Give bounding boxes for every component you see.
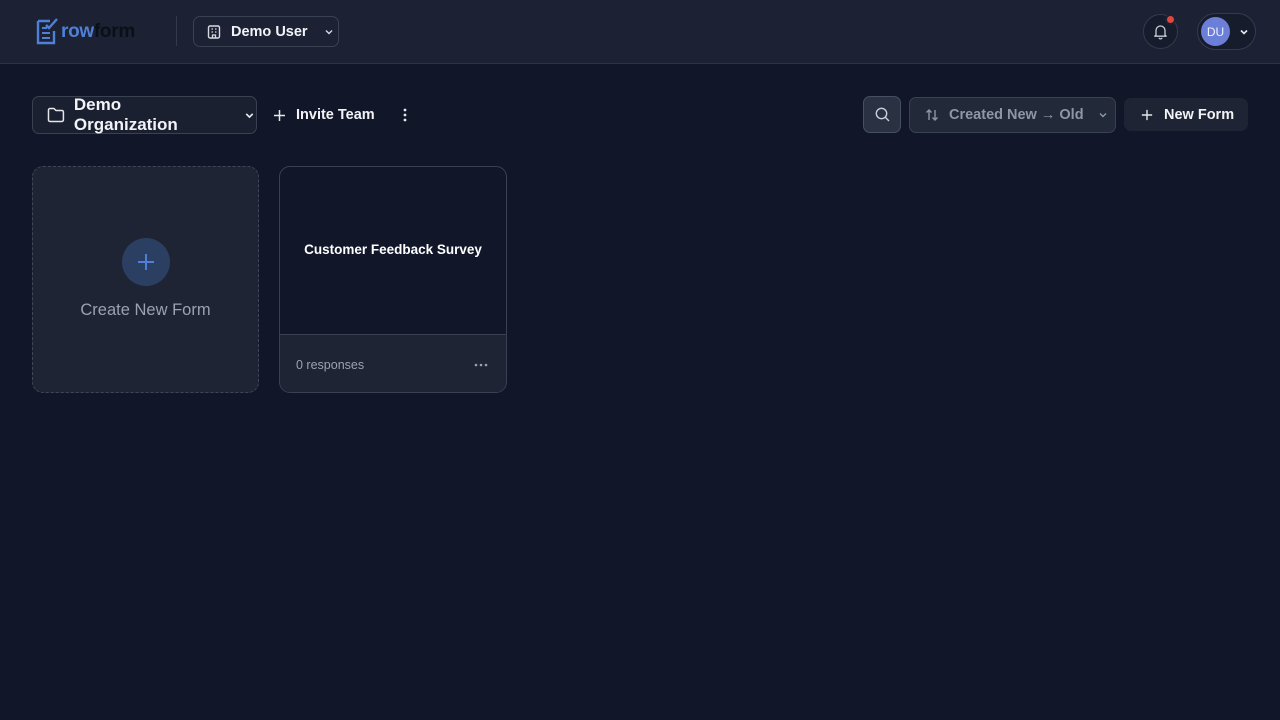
- logo-text-form: form: [93, 21, 135, 42]
- plus-icon: [137, 254, 154, 270]
- logo-wordmark: rowform: [61, 21, 135, 43]
- chevron-down-icon: [1240, 29, 1248, 35]
- form-card-menu-button[interactable]: [472, 358, 490, 372]
- form-card[interactable]: Customer Feedback Survey 0 responses: [279, 166, 507, 393]
- plus-icon: [274, 109, 285, 121]
- chevron-down-icon: [325, 29, 333, 34]
- folder-icon: [47, 107, 65, 123]
- user-menu-button[interactable]: DU: [1197, 13, 1256, 50]
- invite-team-button[interactable]: Invite Team: [272, 100, 375, 130]
- top-bar: rowform Demo User DU: [0, 0, 1280, 64]
- building-icon: [207, 24, 221, 39]
- sort-arrows-icon: [926, 109, 938, 121]
- form-title: Customer Feedback Survey: [304, 242, 482, 257]
- sort-select[interactable]: Created New → Old: [909, 97, 1116, 133]
- invite-team-label: Invite Team: [296, 107, 375, 123]
- bell-icon: [1154, 25, 1167, 40]
- notifications-button[interactable]: [1143, 14, 1178, 49]
- search-icon: [875, 107, 889, 122]
- new-form-button[interactable]: New Form: [1124, 98, 1248, 131]
- form-preview[interactable]: Customer Feedback Survey: [280, 167, 506, 334]
- new-form-label: New Form: [1164, 106, 1235, 123]
- form-card-footer: 0 responses: [280, 334, 506, 392]
- header-divider: [176, 16, 177, 46]
- create-new-form-card[interactable]: Create New Form: [32, 166, 259, 393]
- plus-icon: [1141, 109, 1153, 120]
- workspace-user-label: Demo User: [231, 23, 308, 40]
- workspace-switcher[interactable]: Demo User: [193, 16, 339, 47]
- avatar: DU: [1201, 17, 1230, 46]
- chevron-down-icon: [245, 112, 254, 118]
- organization-name: Demo Organization: [73, 95, 178, 134]
- sort-label: Created New → Old: [949, 107, 1084, 123]
- form-checklist-icon: [36, 18, 58, 45]
- notification-badge: [1165, 14, 1176, 25]
- logo-text-row: row: [61, 21, 94, 42]
- create-form-circle: [121, 238, 170, 286]
- chevron-down-icon: [1099, 113, 1107, 118]
- more-vertical-icon: [403, 108, 407, 122]
- search-button[interactable]: [863, 96, 901, 133]
- more-horizontal-icon: [474, 363, 488, 366]
- create-new-form-label: Create New Form: [80, 301, 211, 319]
- organization-more-button[interactable]: [397, 104, 413, 126]
- app-logo[interactable]: rowform: [35, 17, 135, 45]
- response-count: 0 responses: [296, 357, 365, 372]
- organization-selector[interactable]: Demo Organization: [32, 95, 257, 134]
